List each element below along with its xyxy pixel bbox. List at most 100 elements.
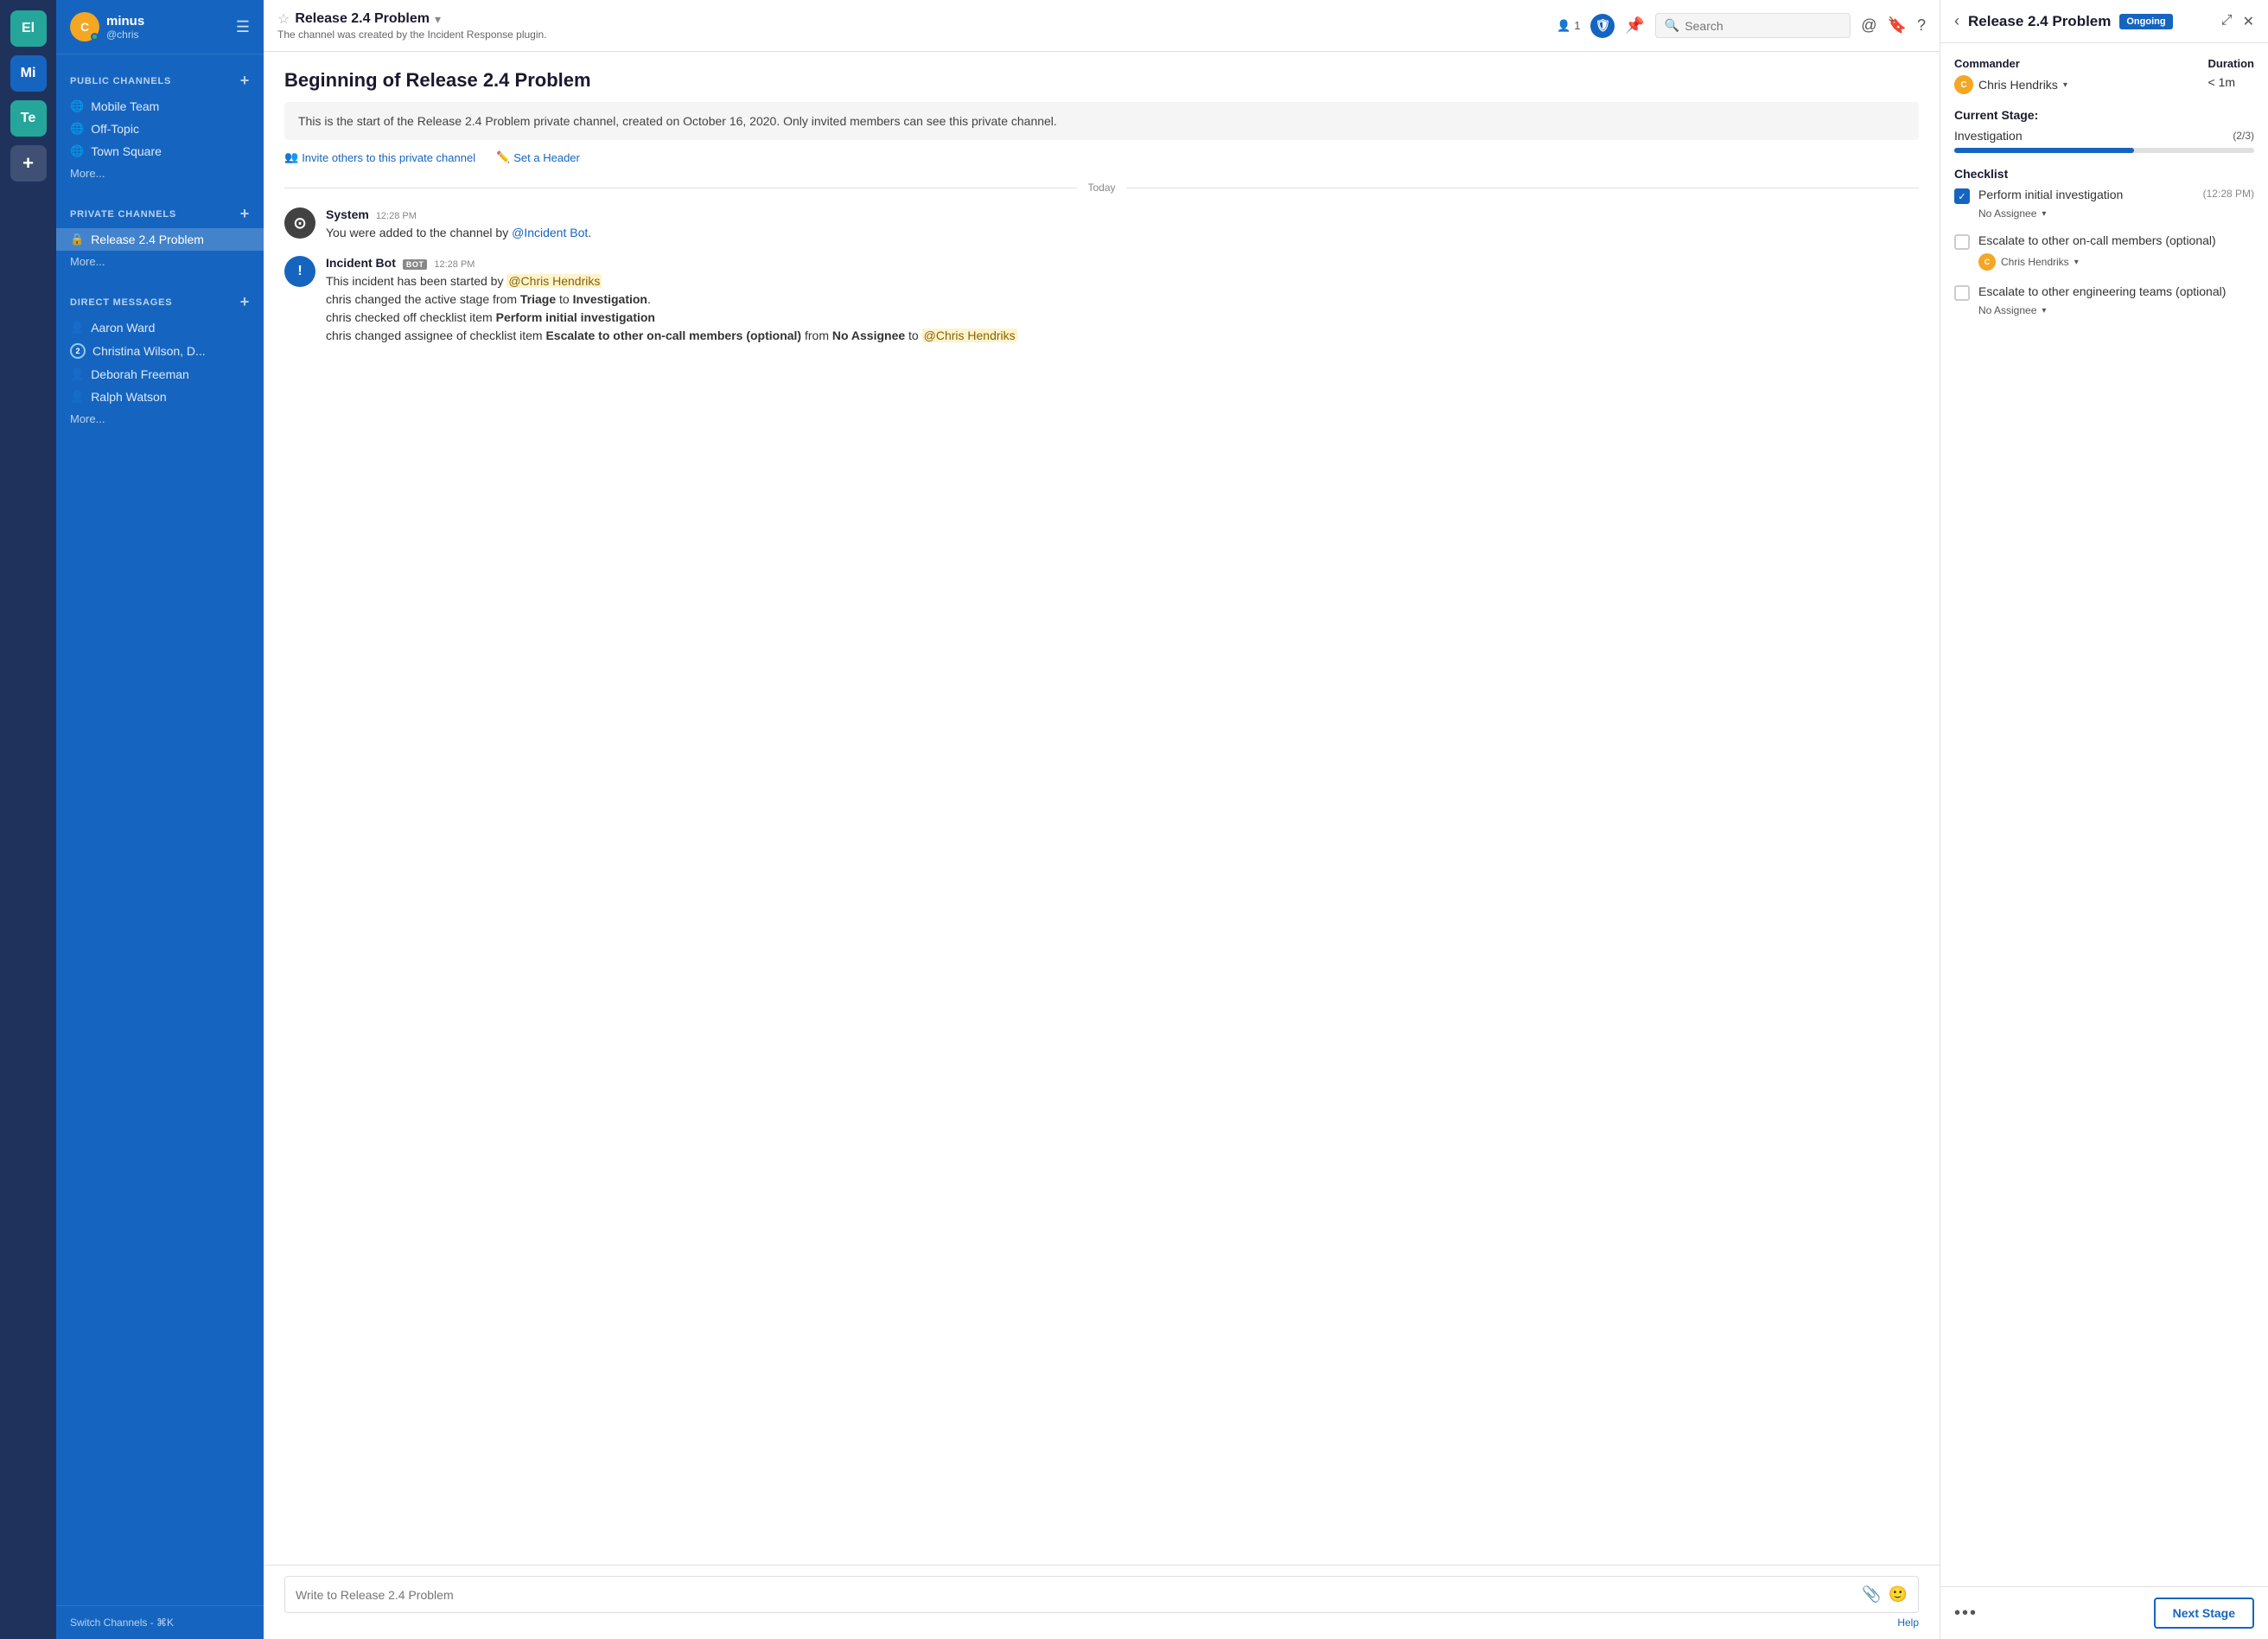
panel-meta-row: Commander C Chris Hendriks ▾ Duration < … [1954, 57, 2254, 94]
more-options-icon[interactable]: ••• [1954, 1604, 1978, 1623]
attachment-icon[interactable]: 📎 [1862, 1585, 1881, 1604]
assignee-dropdown-2: ▾ [2074, 258, 2079, 267]
sidebar-item-aaron-ward[interactable]: 👤 Aaron Ward [56, 316, 264, 339]
progress-bar-fill [1954, 148, 2134, 153]
sidebar-item-release-problem[interactable]: 🔒 Release 2.4 Problem [56, 228, 264, 251]
commander-avatar: C [1954, 75, 1973, 94]
expand-icon[interactable]: ⤢ [2221, 13, 2233, 30]
message-input[interactable] [296, 1588, 1855, 1602]
invite-link[interactable]: 👥 Invite others to this private channel [284, 150, 475, 164]
member-count-group[interactable]: 👤 1 [1557, 19, 1580, 33]
emoji-icon[interactable]: 🙂 [1889, 1585, 1908, 1604]
panel-title-row: ‹ Release 2.4 Problem Ongoing [1954, 12, 2173, 30]
commander-value[interactable]: C Chris Hendriks ▾ [1954, 75, 2067, 94]
checklist-item-row-3: Escalate to other engineering teams (opt… [1954, 284, 2254, 301]
checklist-sub-3[interactable]: No Assignee ▾ [1954, 304, 2254, 316]
checklist-item-row-1: ✓ Perform initial investigation (12:28 P… [1954, 188, 2254, 204]
help-link[interactable]: Help [284, 1613, 1919, 1632]
public-channels-header: PUBLIC CHANNELS + [56, 68, 264, 95]
channel-dropdown-icon[interactable]: ▾ [435, 12, 441, 27]
sidebar-footer[interactable]: Switch Channels - ⌘K [56, 1605, 264, 1639]
msg-time-system: 12:28 PM [376, 211, 417, 221]
private-channels-section: PRIVATE CHANNELS + 🔒 Release 2.4 Problem… [56, 188, 264, 276]
panel-footer: ••• Next Stage [1940, 1586, 2268, 1639]
close-icon[interactable]: ✕ [2243, 13, 2254, 30]
stage-name: Investigation [1954, 129, 2023, 143]
checklist-item-2: Escalate to other on-call members (optio… [1954, 233, 2254, 271]
hamburger-menu-icon[interactable]: ☰ [236, 18, 250, 36]
workspace-icon-add[interactable]: + [10, 145, 47, 182]
assignee-3: No Assignee [1978, 304, 2036, 316]
message-system: ⊙ System 12:28 PM You were added to the … [284, 207, 1919, 242]
globe-icon: 🌐 [70, 99, 84, 113]
message-input-box: 📎 🙂 [284, 1576, 1919, 1613]
panel-header: ‹ Release 2.4 Problem Ongoing ⤢ ✕ [1940, 0, 2268, 43]
mention-chris-2[interactable]: @Chris Hendriks [922, 328, 1017, 342]
next-stage-button[interactable]: Next Stage [2154, 1598, 2254, 1629]
star-icon[interactable]: ☆ [277, 10, 290, 28]
user-display-name: minus [106, 14, 144, 29]
sidebar-user-info[interactable]: C minus @chris [70, 12, 144, 41]
duration-label: Duration [2208, 57, 2254, 70]
dm-header: DIRECT MESSAGES + [56, 290, 264, 316]
msg-header-system: System 12:28 PM [326, 207, 1919, 221]
search-input[interactable] [1685, 19, 1841, 33]
checkbox-1[interactable]: ✓ [1954, 188, 1970, 204]
search-icon: 🔍 [1665, 18, 1679, 33]
add-public-channel-button[interactable]: + [240, 72, 250, 90]
checklist-item-3: Escalate to other engineering teams (opt… [1954, 284, 2254, 316]
workspace-icon-te[interactable]: Te [10, 100, 47, 137]
person-icon: 👤 [70, 390, 84, 404]
shield-icon[interactable]: 🛡 [1590, 14, 1615, 38]
panel-title: Release 2.4 Problem [1968, 13, 2111, 30]
checklist-item-time-1: (12:28 PM) [2203, 188, 2254, 200]
bot-badge: BOT [403, 259, 428, 270]
dm-more[interactable]: More... [56, 408, 264, 430]
sidebar-item-deborah-freeman[interactable]: 👤 Deborah Freeman [56, 363, 264, 386]
checklist-sub-1[interactable]: No Assignee ▾ [1954, 207, 2254, 220]
checklist-item-text-2: Escalate to other on-call members (optio… [1978, 233, 2254, 247]
sidebar-item-town-square[interactable]: 🌐 Town Square [56, 140, 264, 163]
sidebar-item-ralph-watson[interactable]: 👤 Ralph Watson [56, 386, 264, 408]
mention-chris[interactable]: @Chris Hendriks [506, 274, 602, 288]
sidebar-item-off-topic[interactable]: 🌐 Off-Topic [56, 118, 264, 140]
duration-value: < 1m [2208, 75, 2254, 89]
private-channels-more[interactable]: More... [56, 251, 264, 272]
checkbox-2[interactable] [1954, 234, 1970, 250]
add-private-channel-button[interactable]: + [240, 205, 250, 223]
search-box[interactable]: 🔍 [1655, 13, 1851, 38]
sidebar-item-christina-wilson[interactable]: 2 Christina Wilson, D... [56, 339, 264, 363]
channel-header: ☆ Release 2.4 Problem ▾ The channel was … [264, 0, 1940, 52]
message-incident-bot: ! Incident Bot BOT 12:28 PM This inciden… [284, 256, 1919, 345]
incident-bot-link[interactable]: @Incident Bot [512, 226, 588, 239]
channel-name: Release 2.4 Problem [295, 11, 430, 27]
msg-header-bot: Incident Bot BOT 12:28 PM [326, 256, 1919, 270]
assignee-1: No Assignee [1978, 207, 2036, 220]
help-icon[interactable]: ? [1917, 16, 1926, 35]
bookmark-icon[interactable]: 🔖 [1888, 16, 1907, 35]
add-dm-button[interactable]: + [240, 293, 250, 311]
channel-description: The channel was created by the Incident … [277, 29, 1546, 41]
checkbox-3[interactable] [1954, 285, 1970, 301]
panel-body: Commander C Chris Hendriks ▾ Duration < … [1940, 43, 2268, 1586]
workspace-column: El Mi Te + [0, 0, 56, 1639]
avatar: C [70, 12, 99, 41]
sidebar-item-mobile-team[interactable]: 🌐 Mobile Team [56, 95, 264, 118]
pin-icon[interactable]: 📌 [1625, 16, 1644, 35]
msg-text-bot: This incident has been started by @Chris… [326, 272, 1919, 345]
checklist-sub-2[interactable]: C Chris Hendriks ▾ [1954, 253, 2254, 271]
workspace-icon-el[interactable]: El [10, 10, 47, 47]
commander-label: Commander [1954, 57, 2067, 70]
set-header-link[interactable]: ✏️ Set a Header [496, 150, 580, 164]
at-icon[interactable]: @ [1861, 16, 1876, 35]
globe-icon: 🌐 [70, 144, 84, 158]
invite-icon: 👥 [284, 150, 298, 164]
workspace-icon-mi[interactable]: Mi [10, 55, 47, 92]
msg-time-bot: 12:28 PM [434, 259, 475, 270]
panel-back-icon[interactable]: ‹ [1954, 12, 1959, 30]
panel-header-icons: ⤢ ✕ [2221, 13, 2254, 30]
private-channels-header: PRIVATE CHANNELS + [56, 201, 264, 228]
msg-content-bot: Incident Bot BOT 12:28 PM This incident … [326, 256, 1919, 345]
channel-info-box: This is the start of the Release 2.4 Pro… [284, 102, 1919, 140]
public-channels-more[interactable]: More... [56, 163, 264, 184]
